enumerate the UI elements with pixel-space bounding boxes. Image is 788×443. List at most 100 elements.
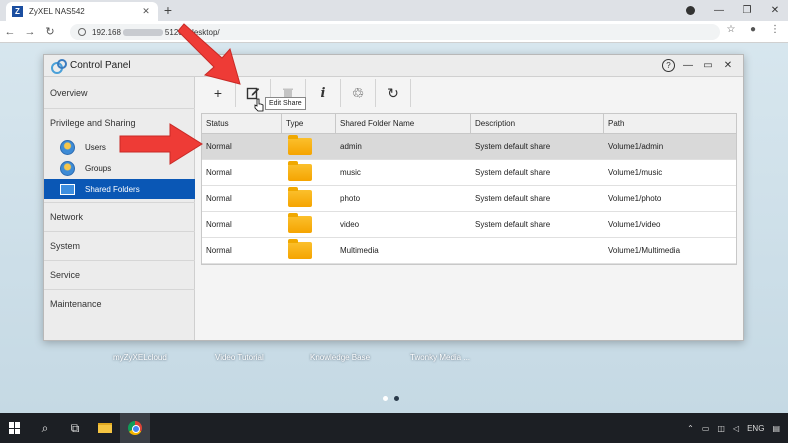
control-panel-window: Control Panel ? — ▭ ✕ Overview Privilege… — [43, 54, 744, 341]
folder-icon — [288, 161, 312, 181]
volume-icon[interactable]: ◁ — [733, 424, 739, 433]
cell-name: Multimedia — [340, 246, 379, 255]
sidebar-item-service[interactable]: Service — [44, 263, 195, 287]
language-indicator[interactable]: ENG — [747, 424, 764, 433]
column-header-path[interactable]: Path — [604, 114, 736, 133]
reload-icon[interactable]: ↻ — [40, 25, 60, 38]
minimize-window-icon[interactable]: — — [681, 60, 695, 71]
desktop-label-video-tutorial[interactable]: Video Tutorial — [215, 353, 264, 362]
cell-path: Volume1/video — [608, 220, 661, 229]
notification-icon[interactable]: ▤ — [772, 424, 780, 433]
table-header: Status Type Shared Folder Name Descripti… — [202, 114, 736, 134]
table-row[interactable]: Normal admin System default share Volume… — [202, 134, 736, 160]
cell-type — [282, 134, 336, 159]
cell-description: System default share — [475, 168, 551, 177]
user-icon — [60, 139, 75, 155]
refresh-button[interactable]: ↻ — [376, 79, 411, 107]
bookmark-star-icon[interactable]: ☆ — [724, 24, 738, 35]
desktop-label-myzyxelcloud[interactable]: myZyXELcloud — [113, 353, 167, 362]
cell-description: System default share — [475, 220, 551, 229]
close-panel-icon[interactable]: ✕ — [721, 60, 735, 71]
restore-icon[interactable]: ❐ — [733, 5, 761, 16]
table-row[interactable]: Normal photo System default share Volume… — [202, 186, 736, 212]
cell-name: photo — [340, 194, 361, 203]
cell-type — [282, 186, 336, 211]
table-row[interactable]: Normal music System default share Volume… — [202, 160, 736, 186]
file-explorer-button[interactable] — [90, 413, 120, 443]
shared-folder-table: Status Type Shared Folder Name Descripti… — [201, 113, 737, 265]
cell-name: video — [340, 220, 360, 229]
sidebar-item-system[interactable]: System — [44, 234, 195, 258]
account-icon[interactable]: ● — [746, 24, 760, 35]
cell-name: admin — [340, 142, 362, 151]
cell-path: Volume1/photo — [608, 194, 662, 203]
control-panel-titlebar[interactable]: Control Panel ? — ▭ ✕ — [44, 55, 743, 77]
desktop-page-dot[interactable] — [394, 396, 399, 401]
browser-window-controls: — ❐ ✕ — [705, 0, 788, 21]
forward-icon[interactable]: → — [20, 26, 40, 38]
folder-icon — [288, 239, 312, 259]
new-tab-button[interactable]: + — [160, 2, 176, 18]
sidebar-item-network[interactable]: Network — [44, 205, 195, 229]
table-row[interactable]: Normal video System default share Volume… — [202, 212, 736, 238]
cell-description: System default share — [475, 142, 551, 151]
column-header-description[interactable]: Description — [471, 114, 604, 133]
back-icon[interactable]: ← — [0, 26, 20, 38]
system-tray: ⌃ ▭ ◫ ◁ ENG ▤ — [687, 413, 780, 443]
recycle-bin-button[interactable]: ♲ — [341, 79, 376, 107]
cell-path: Volume1/music — [608, 168, 663, 177]
cell-status: Normal — [206, 194, 232, 203]
folder-icon — [288, 213, 312, 233]
cell-status: Normal — [206, 220, 232, 229]
minimize-icon[interactable]: — — [705, 5, 733, 16]
sidebar-divider — [44, 289, 195, 290]
column-header-name[interactable]: Shared Folder Name — [336, 114, 471, 133]
window-title: Control Panel — [70, 60, 131, 71]
group-icon — [60, 160, 75, 176]
share-info-button[interactable]: i — [306, 79, 341, 107]
chrome-icon — [128, 421, 142, 435]
cell-description — [471, 238, 604, 263]
browser-tab[interactable]: Z ZyXEL NAS542 ✕ — [6, 2, 158, 21]
sidebar-item-shared-folders[interactable]: Shared Folders — [44, 179, 195, 199]
sidebar-item-label: Users — [85, 142, 106, 152]
menu-kebab-icon[interactable]: ⋮ — [768, 24, 782, 35]
help-icon[interactable]: ? — [662, 59, 675, 72]
network-icon[interactable]: ◫ — [717, 424, 725, 433]
cell-path: Volume1/admin — [608, 142, 664, 151]
sidebar-divider — [44, 202, 195, 203]
sidebar-item-maintenance[interactable]: Maintenance — [44, 292, 195, 316]
battery-icon[interactable]: ▭ — [702, 424, 710, 433]
chrome-taskbar-button[interactable] — [120, 413, 150, 443]
close-tab-icon[interactable]: ✕ — [140, 6, 152, 17]
start-button[interactable] — [0, 413, 30, 443]
folder-icon — [288, 187, 312, 207]
task-view-icon[interactable]: ⧉ — [60, 413, 90, 443]
tray-chevron-icon[interactable]: ⌃ — [687, 424, 694, 433]
table-row[interactable]: Normal Multimedia Volume1/Multimedia — [202, 238, 736, 264]
desktop-label-twonky-media[interactable]: Twonky Media ... — [410, 353, 470, 362]
sidebar-divider — [44, 231, 195, 232]
column-header-status[interactable]: Status — [202, 114, 282, 133]
file-explorer-icon — [98, 423, 112, 433]
window-controls: ? — ▭ ✕ — [662, 59, 735, 72]
cell-description: System default share — [475, 194, 551, 203]
url-redacted — [122, 28, 163, 36]
shared-folder-icon — [60, 183, 75, 195]
profile-icon[interactable] — [686, 6, 695, 15]
cell-status: Normal — [206, 246, 232, 255]
column-header-type[interactable]: Type — [282, 114, 336, 133]
url-input[interactable]: 192.168 51209/desktop/ — [70, 24, 720, 40]
control-panel-icon — [51, 59, 67, 74]
desktop-label-knowledge-base[interactable]: Knowledge Base — [310, 353, 370, 362]
cell-type — [282, 212, 336, 237]
tab-title: ZyXEL NAS542 — [29, 7, 85, 16]
site-info-icon[interactable] — [78, 28, 86, 36]
folder-icon — [288, 135, 312, 155]
close-window-icon[interactable]: ✕ — [761, 5, 788, 16]
sidebar-item-overview[interactable]: Overview — [44, 80, 195, 106]
taskbar-search-icon[interactable]: ⌕ — [30, 413, 60, 443]
desktop-page-dot-active[interactable] — [383, 396, 388, 401]
url-prefix: 192.168 — [92, 27, 121, 37]
maximize-window-icon[interactable]: ▭ — [701, 60, 715, 71]
